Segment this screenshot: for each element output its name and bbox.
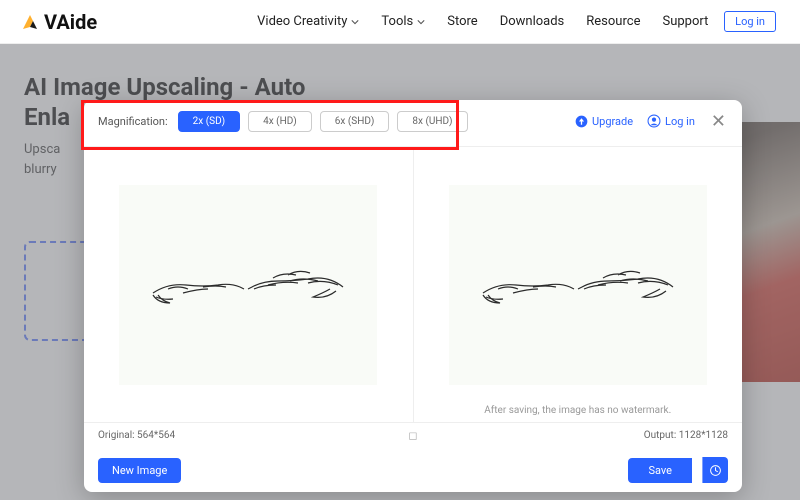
output-size-label: Output: 1128*1128 xyxy=(644,430,728,441)
nav-tools[interactable]: Tools xyxy=(381,14,425,29)
compare-area: After saving, the image has no watermark… xyxy=(84,146,742,422)
brand-text: VAide xyxy=(44,10,97,34)
nav-downloads[interactable]: Downloads xyxy=(500,14,565,29)
upscale-modal: Magnification: 2x (SD) 4x (HD) 6x (SHD) … xyxy=(84,100,742,492)
mag-option-6x[interactable]: 6x (SHD) xyxy=(320,111,390,132)
chevron-down-icon xyxy=(417,18,425,26)
output-panel: After saving, the image has no watermark… xyxy=(414,147,743,422)
nav-video-creativity[interactable]: Video Creativity xyxy=(257,14,359,29)
nav-store[interactable]: Store xyxy=(447,14,477,29)
nav-links: Video Creativity Tools Store Downloads R… xyxy=(257,14,708,29)
mag-option-2x[interactable]: 2x (SD) xyxy=(178,111,240,132)
brand-logo[interactable]: VAide xyxy=(20,10,97,34)
modal-toolbar: Magnification: 2x (SD) 4x (HD) 6x (SHD) … xyxy=(84,100,742,142)
aspect-lock-icon[interactable]: ◻ xyxy=(408,429,417,442)
new-image-button[interactable]: New Image xyxy=(98,458,181,483)
modal-login-link[interactable]: Log in xyxy=(647,114,695,128)
nav-resource[interactable]: Resource xyxy=(586,14,640,29)
chevron-down-icon xyxy=(351,18,359,26)
login-button[interactable]: Log in xyxy=(724,11,776,32)
clock-icon xyxy=(709,464,722,477)
save-history-button[interactable] xyxy=(702,457,728,483)
upgrade-link[interactable]: Upgrade xyxy=(575,115,633,128)
modal-top-right: Upgrade Log in ✕ xyxy=(575,111,728,132)
hands-illustration xyxy=(148,245,348,325)
magnification-options: 2x (SD) 4x (HD) 6x (SHD) 8x (UHD) xyxy=(178,111,468,132)
magnification-label: Magnification: xyxy=(98,115,168,128)
close-icon[interactable]: ✕ xyxy=(709,111,728,132)
logo-icon xyxy=(20,12,40,32)
top-nav: VAide Video Creativity Tools Store Downl… xyxy=(0,0,800,44)
original-panel xyxy=(84,147,414,422)
upgrade-icon xyxy=(575,115,588,128)
watermark-note: After saving, the image has no watermark… xyxy=(414,405,743,416)
original-size-label: Original: 564*564 xyxy=(98,430,175,441)
nav-support[interactable]: Support xyxy=(662,14,708,29)
modal-footer: New Image Save xyxy=(84,448,742,492)
hands-illustration xyxy=(478,245,678,325)
info-bar: Original: 564*564 ◻ Output: 1128*1128 xyxy=(84,422,742,448)
original-image xyxy=(119,185,377,385)
save-button[interactable]: Save xyxy=(628,458,692,483)
user-icon xyxy=(647,114,661,128)
output-image xyxy=(449,185,707,385)
mag-option-4x[interactable]: 4x (HD) xyxy=(248,111,312,132)
mag-option-8x[interactable]: 8x (UHD) xyxy=(397,111,467,132)
